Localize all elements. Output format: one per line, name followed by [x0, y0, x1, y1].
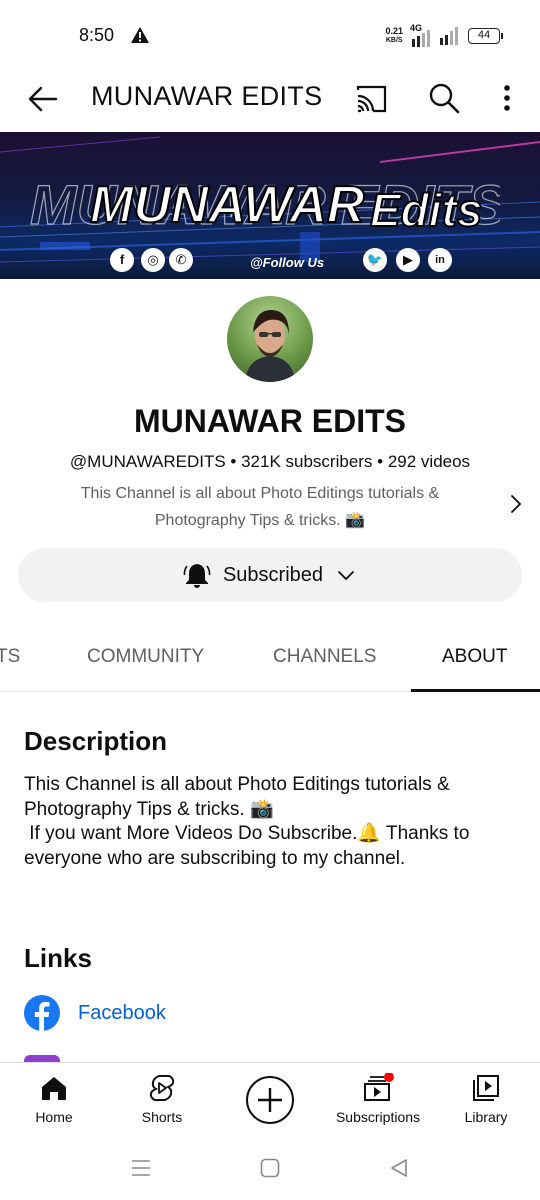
link-facebook[interactable]: Facebook	[24, 995, 166, 1031]
chevron-down-icon	[338, 571, 354, 581]
facebook-icon	[24, 995, 60, 1031]
tab-community[interactable]: COMMUNITY	[87, 646, 204, 668]
network-speed: 0.21 KB/S	[385, 27, 403, 45]
back-arrow-icon[interactable]	[26, 82, 60, 116]
network-speed-value: 0.21	[385, 26, 403, 36]
create-icon[interactable]	[245, 1075, 295, 1125]
channel-meta: @MUNAWAREDITS • 321K subscribers • 292 v…	[69, 452, 471, 471]
network-4g-signal-icon: 4G	[410, 23, 432, 47]
app-bar-title: MUNAWAR EDITS	[91, 81, 323, 111]
bell-icon	[183, 564, 211, 588]
app-bar: MUNAWAR EDITS	[0, 70, 540, 132]
banner-instagram-icon: ◎	[141, 248, 165, 272]
tab-shorts[interactable]: TS	[0, 646, 20, 668]
channel-avatar[interactable]	[227, 296, 313, 382]
description-text: This Channel is all about Photo Editings…	[24, 774, 470, 869]
chevron-right-icon[interactable]	[505, 490, 527, 518]
svg-text:Edits: Edits	[370, 184, 482, 236]
more-options-icon[interactable]	[496, 80, 518, 116]
banner-twitter-icon: 🐦	[363, 248, 387, 272]
nav-library[interactable]: Library	[436, 1073, 536, 1125]
network-speed-unit: KB/S	[385, 37, 403, 44]
shorts-icon	[149, 1074, 175, 1102]
tab-channels[interactable]: CHANNELS	[273, 646, 376, 668]
search-icon[interactable]	[426, 80, 462, 116]
active-tab-indicator	[411, 689, 540, 692]
subscriptions-icon	[364, 1073, 394, 1101]
warning-icon	[131, 27, 149, 43]
svg-text:MUNAWAR: MUNAWAR	[90, 176, 365, 234]
nav-subscriptions-label: Subscriptions	[335, 1109, 421, 1125]
nav-home-label: Home	[35, 1109, 73, 1125]
links-heading: Links	[24, 943, 92, 973]
channel-name: MUNAWAR EDITS	[134, 403, 406, 439]
status-icons: 0.21 KB/S 4G 44	[385, 23, 503, 49]
bottom-navigation: Home Shorts Subscriptions Library	[0, 1062, 540, 1142]
status-bar: 8:50 0.21 KB/S 4G 44	[0, 0, 540, 70]
channel-banner: MUNAWAR EDITS MUNAWAR Edits @Follow Us f…	[0, 132, 540, 279]
cast-icon[interactable]	[354, 82, 388, 116]
banner-follow-text: @Follow Us	[250, 255, 325, 270]
nav-shorts-label: Shorts	[141, 1109, 183, 1125]
library-icon	[473, 1075, 499, 1101]
nav-subscriptions[interactable]: Subscriptions	[328, 1073, 428, 1125]
banner-youtube-icon: ▶	[396, 248, 420, 272]
nav-shorts[interactable]: Shorts	[112, 1073, 212, 1125]
home-icon	[42, 1077, 66, 1100]
link-facebook-label: Facebook	[78, 1001, 166, 1024]
tab-about[interactable]: ABOUT	[442, 646, 507, 668]
nav-library-label: Library	[464, 1109, 508, 1125]
subscribed-label: Subscribed	[222, 563, 324, 586]
status-time: 8:50	[79, 25, 115, 45]
banner-whatsapp-icon: ✆	[169, 248, 193, 272]
nav-home[interactable]: Home	[4, 1073, 104, 1125]
banner-facebook-icon: f	[110, 248, 134, 272]
subscribed-button[interactable]: Subscribed	[18, 548, 522, 602]
battery-icon: 44	[468, 28, 503, 44]
signal-icon	[440, 27, 458, 45]
back-system-icon[interactable]	[388, 1157, 410, 1179]
banner-linkedin-icon: in	[428, 248, 452, 272]
home-system-icon[interactable]	[259, 1157, 281, 1179]
banner-logo: MUNAWAR EDITS MUNAWAR Edits	[30, 172, 500, 237]
channel-tabs: TS COMMUNITY CHANNELS ABOUT	[0, 632, 540, 692]
channel-tagline[interactable]: This Channel is all about Photo Editings…	[40, 480, 480, 534]
description-heading: Description	[24, 726, 168, 756]
recent-apps-icon[interactable]	[130, 1158, 152, 1178]
avatar-photo	[245, 310, 295, 382]
system-navigation-bar	[0, 1142, 540, 1200]
